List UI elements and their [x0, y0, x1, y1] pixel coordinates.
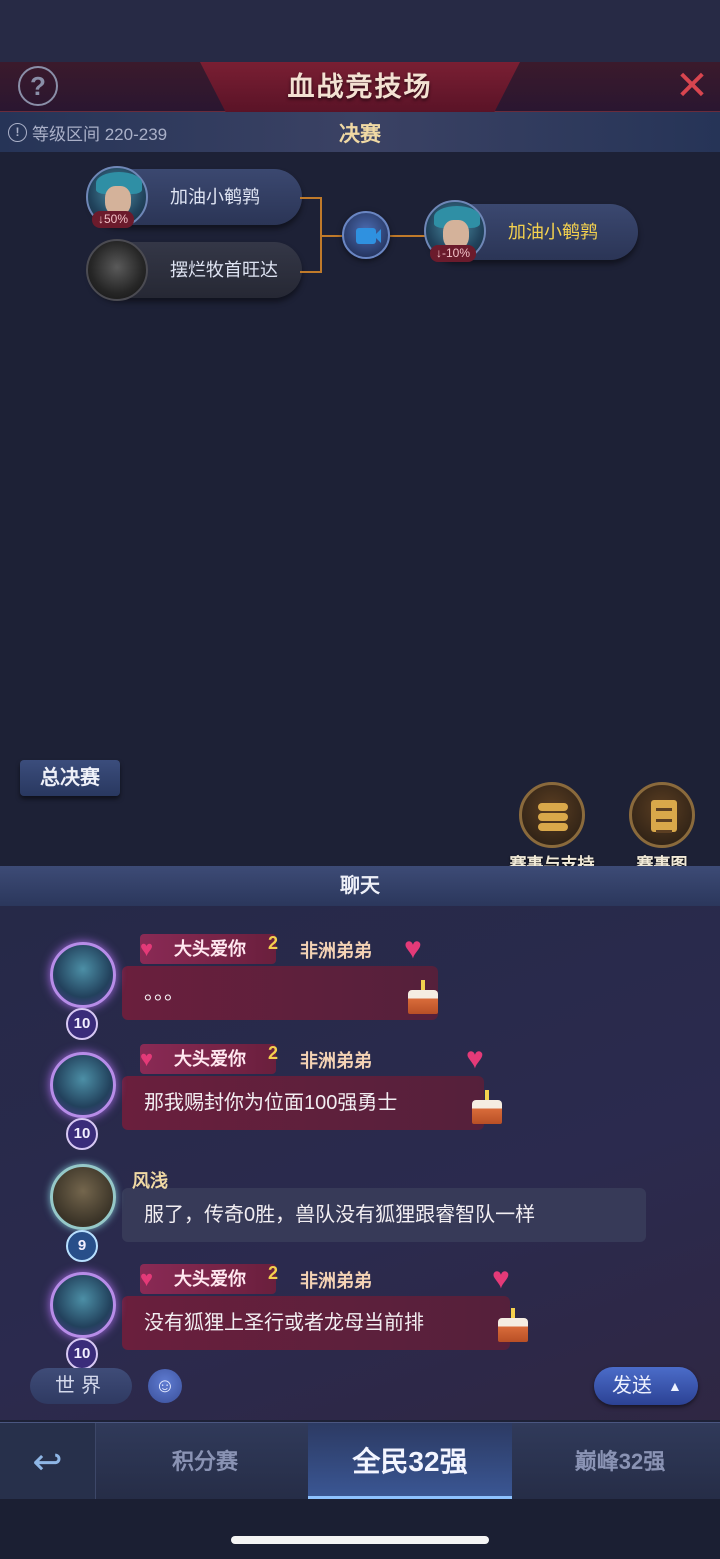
arrow-up-icon: ▲	[668, 1378, 682, 1394]
chat-header: 聊天	[0, 866, 720, 906]
title-bar: 血战竞技场 ? ✕	[0, 62, 720, 112]
heart-icon: ♥	[466, 1042, 484, 1075]
send-label: 发送	[612, 1375, 652, 1397]
title-tag: 大头爱你 2	[140, 1043, 278, 1074]
home-area	[0, 1499, 720, 1559]
cake-icon	[408, 980, 438, 1014]
video-icon	[356, 228, 376, 244]
heart-icon: ♥	[404, 932, 422, 965]
bracket-connector	[300, 197, 322, 273]
status-bar	[0, 0, 720, 62]
sender-name[interactable]: 非洲弟弟	[300, 1268, 372, 1294]
title-tag: 大头爱你 2	[140, 933, 278, 964]
emoji-icon[interactable]: ☺	[148, 1369, 182, 1403]
level-badge: 10	[66, 1008, 98, 1040]
help-button[interactable]: ?	[18, 66, 58, 106]
sender-avatar[interactable]	[50, 942, 116, 1008]
rank-number: 2	[268, 933, 279, 953]
sheet-icon	[651, 800, 677, 833]
chat-message: 。。。 10 大头爱你 2 ♥ 非洲弟弟 ♥	[0, 932, 720, 1040]
grand-final-tab[interactable]: 总决赛	[20, 760, 120, 796]
message-bubble: 服了，传奇0胜，兽队没有狐狸跟睿智队一样	[122, 1188, 646, 1242]
tab-points-match[interactable]: 积分赛	[110, 1423, 300, 1500]
chat-message: 那我赐封你为位面100强勇士 10 大头爱你 2 ♥ 非洲弟弟 ♥	[0, 1042, 720, 1150]
message-bubble: 没有狐狸上圣行或者龙母当前排	[122, 1296, 510, 1350]
round-bar: ! 等级区间 220-239 决赛	[0, 112, 720, 152]
channel-selector[interactable]: 世界	[30, 1368, 132, 1404]
tab-top-32[interactable]: 全民32强	[308, 1423, 512, 1500]
cake-icon	[472, 1090, 502, 1124]
event-chart-button[interactable]: 赛事图	[614, 782, 710, 875]
cake-icon	[498, 1308, 528, 1342]
sender-avatar[interactable]	[50, 1272, 116, 1338]
bottom-nav: ↩ 积分赛 全民32强 巅峰32强	[0, 1422, 720, 1500]
tab-peak-32[interactable]: 巅峰32强	[520, 1423, 720, 1500]
sender-name[interactable]: 非洲弟弟	[300, 938, 372, 964]
bracket-connector	[390, 235, 426, 237]
rank-number: 2	[268, 1263, 279, 1283]
message-bubble: 那我赐封你为位面100强勇士	[122, 1076, 484, 1130]
page-title: 血战竞技场	[287, 72, 433, 102]
replay-video-button[interactable]	[342, 211, 390, 259]
player-name: 摆烂牧首旺达	[170, 260, 278, 280]
message-text: 没有狐狸上圣行或者龙母当前排	[144, 1312, 424, 1334]
message-text: 那我赐封你为位面100强勇士	[144, 1092, 398, 1114]
level-badge: 10	[66, 1118, 98, 1150]
coins-icon	[538, 803, 568, 831]
heart-icon: ♥	[140, 936, 154, 961]
player-avatar	[86, 239, 148, 301]
heart-icon: ♥	[140, 1046, 154, 1071]
close-button[interactable]: ✕	[672, 64, 712, 108]
bracket-connector	[322, 235, 344, 237]
home-indicator[interactable]	[231, 1536, 489, 1544]
sender-avatar[interactable]	[50, 1164, 116, 1230]
winner-name: 加油小鹌鹑	[508, 222, 598, 242]
sender-avatar[interactable]	[50, 1052, 116, 1118]
rank-number: 2	[268, 1043, 279, 1063]
chat-message: 服了，传奇0胜，兽队没有狐狸跟睿智队一样 9 风浅	[0, 1154, 720, 1262]
sender-name[interactable]: 非洲弟弟	[300, 1048, 372, 1074]
chat-message: 没有狐狸上圣行或者龙母当前排 10 大头爱你 2 ♥ 非洲弟弟 ♥	[0, 1262, 720, 1370]
level-badge: 9	[66, 1230, 98, 1262]
heart-icon: ♥	[140, 1266, 154, 1291]
message-text: 服了，传奇0胜，兽队没有狐狸跟睿智队一样	[144, 1204, 536, 1226]
chat-input-bar: 世界 ☺ 发送 ▲	[0, 1366, 720, 1410]
message-bubble: 。。。	[122, 966, 438, 1020]
round-title: 决赛	[339, 123, 381, 146]
odds-badge: ↓-10%	[430, 245, 477, 262]
sender-name[interactable]: 风浅	[132, 1168, 168, 1194]
message-text: 。。。	[144, 982, 184, 1004]
chat-input[interactable]	[196, 1369, 586, 1403]
heart-icon: ♥	[492, 1262, 510, 1295]
odds-badge: ↓50%	[92, 211, 135, 228]
back-icon[interactable]: ↩	[0, 1423, 96, 1500]
player-name: 加油小鹌鹑	[170, 187, 260, 207]
send-button[interactable]: 发送 ▲	[594, 1367, 698, 1405]
event-support-button[interactable]: 赛事与支持	[504, 782, 600, 875]
title-tag: 大头爱你 2	[140, 1263, 278, 1294]
